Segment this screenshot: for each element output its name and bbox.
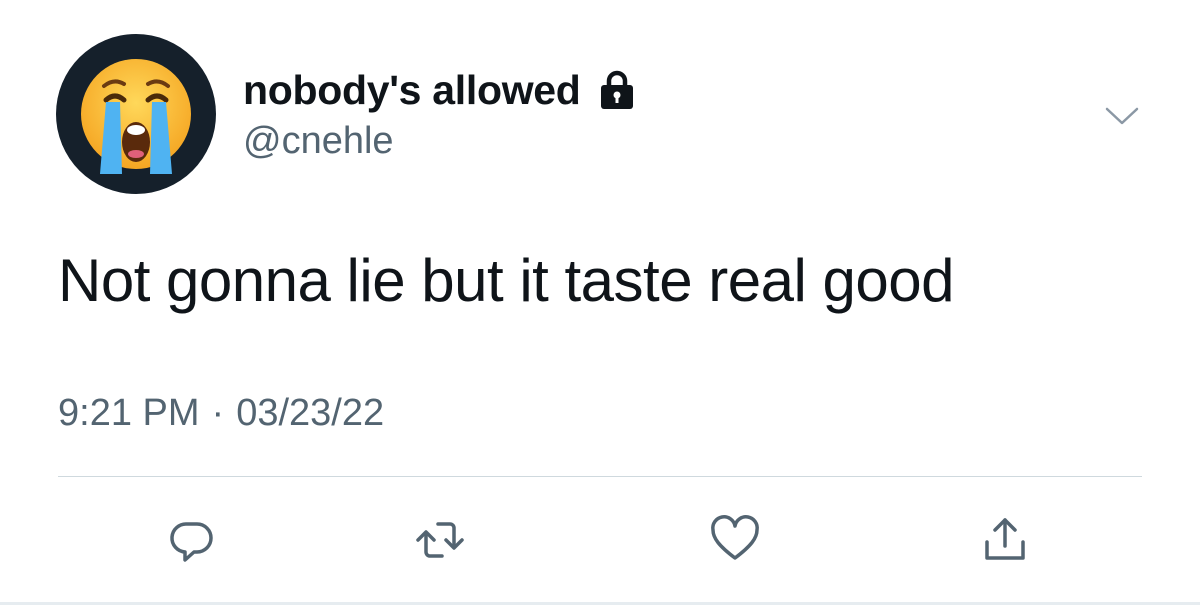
tweet-date: 03/23/22 — [236, 392, 385, 434]
like-icon — [711, 515, 759, 560]
chevron-down-icon[interactable] — [1104, 104, 1140, 128]
retweet-button[interactable] — [412, 512, 468, 568]
tweet-text: Not gonna lie but it taste real good — [58, 247, 954, 314]
author-name-row: nobody's allowed — [243, 64, 639, 116]
avatar[interactable] — [56, 34, 216, 194]
reply-icon — [170, 522, 213, 562]
loudly-crying-face-emoji-icon — [81, 59, 191, 174]
like-button[interactable] — [707, 512, 763, 568]
tweet-timestamp[interactable]: 9:21 PM · 03/23/22 — [58, 392, 384, 435]
display-name[interactable]: nobody's allowed — [243, 67, 581, 114]
share-button[interactable] — [977, 512, 1033, 568]
retweet-icon — [416, 522, 464, 558]
divider — [58, 476, 1142, 477]
share-icon — [985, 518, 1025, 560]
lock-icon — [595, 68, 639, 112]
author-handle[interactable]: @cnehle — [243, 120, 394, 163]
tweet-time: 9:21 PM — [58, 392, 200, 434]
meta-separator: · — [211, 392, 225, 434]
reply-button[interactable] — [165, 512, 221, 568]
tweet-card: nobody's allowed @cnehle Not gonna lie b… — [0, 0, 1200, 605]
